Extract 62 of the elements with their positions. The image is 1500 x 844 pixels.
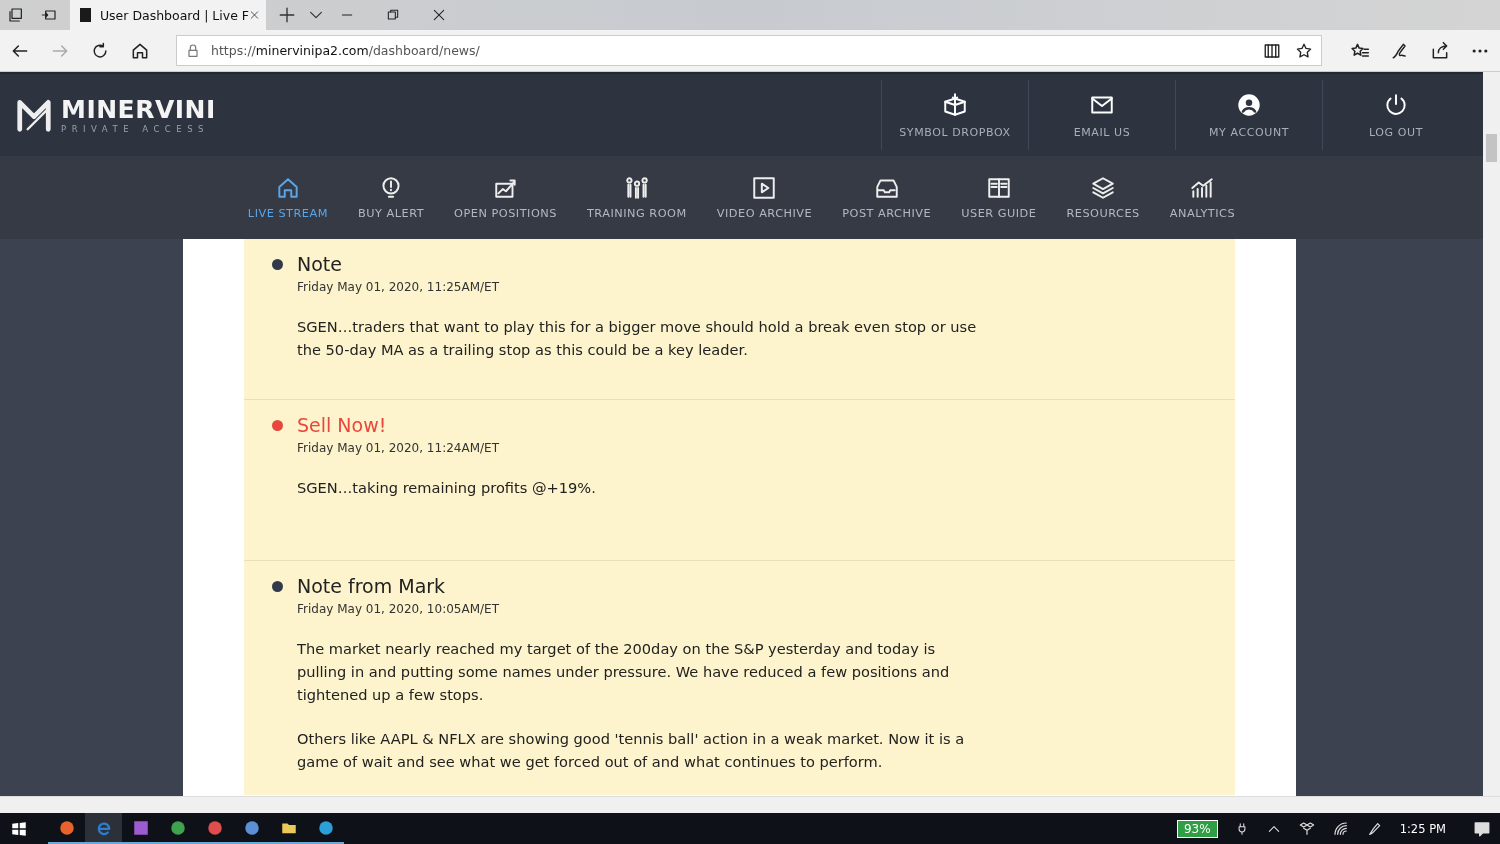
browser-tab[interactable]: User Dashboard | Live F — [70, 0, 266, 30]
people-icon — [623, 175, 650, 201]
post-title: Sell Now! — [297, 414, 387, 436]
restore-icon[interactable] — [386, 8, 400, 22]
post-text: SGEN…taking remaining profits @+19%. — [297, 478, 597, 498]
nav-tab[interactable]: USER GUIDE — [946, 175, 1052, 220]
nav-tab[interactable]: ANALYTICS — [1154, 175, 1251, 220]
nav-tab[interactable]: BUY ALERT — [343, 175, 440, 220]
post-date: Friday May 01, 2020, 11:25AM/ET — [297, 280, 500, 294]
header-action-link[interactable]: EMAIL US — [1028, 80, 1175, 150]
power-icon — [1383, 91, 1409, 118]
share-icon[interactable] — [1430, 40, 1450, 61]
header-action-link[interactable]: LOG OUT — [1322, 80, 1469, 150]
box-icon[interactable] — [1298, 820, 1315, 837]
nav-tab[interactable]: VIDEO ARCHIVE — [701, 175, 828, 220]
reading-view-icon[interactable] — [1263, 41, 1281, 60]
pen-icon[interactable] — [1366, 820, 1383, 837]
nav-tab[interactable]: OPEN POSITIONS — [439, 175, 572, 220]
lock-icon — [185, 42, 201, 59]
circle-app-icon[interactable] — [316, 818, 335, 837]
vertical-scrollbar[interactable] — [1483, 72, 1500, 796]
horizontal-scrollbar[interactable] — [0, 796, 1500, 813]
post-date: Friday May 01, 2020, 10:05AM/ET — [297, 602, 500, 616]
circle-app-icon[interactable] — [205, 818, 224, 837]
layers-icon — [1090, 175, 1117, 201]
square-app-icon[interactable] — [131, 818, 150, 837]
post-title: Note — [297, 253, 342, 275]
favicon-icon — [80, 8, 91, 22]
wifi-icon[interactable] — [1332, 820, 1349, 837]
circle-app-icon[interactable] — [242, 818, 261, 837]
logo-tagline: PRIVATE ACCESS — [61, 124, 210, 134]
tab-title: User Dashboard | Live F — [99, 7, 250, 23]
new-tab-icon[interactable] — [278, 6, 296, 24]
battery-indicator[interactable]: 93% — [1177, 819, 1218, 838]
bar-chart-icon — [1189, 175, 1216, 201]
box-icon — [942, 91, 968, 118]
notifications-icon[interactable] — [1473, 819, 1491, 838]
star-icon[interactable] — [1295, 41, 1313, 60]
tab-list-icon[interactable] — [8, 7, 24, 23]
windows-start-icon[interactable] — [10, 819, 28, 838]
book-icon — [985, 175, 1012, 201]
account-icon — [1236, 91, 1262, 118]
header-action-link[interactable]: MY ACCOUNT — [1175, 80, 1322, 150]
nav-tab[interactable]: RESOURCES — [1051, 175, 1155, 220]
set-aside-tabs-icon[interactable] — [41, 7, 57, 23]
circle-app-icon[interactable] — [168, 818, 187, 837]
nav-tab[interactable]: LIVE STREAM — [232, 175, 343, 220]
url-text: https://minervinipa2.com/dashboard/news/ — [211, 43, 480, 58]
circle-app-icon[interactable] — [57, 818, 76, 837]
post-date: Friday May 01, 2020, 11:24AM/ET — [297, 441, 500, 455]
close-icon[interactable] — [432, 8, 446, 22]
logo-name[interactable]: MINERVINI — [61, 96, 216, 124]
post-text: Others like AAPL & NFLX are showing good 'tennis ball' action in a weak market. Now it is a game of wait and see what we get forced out of and what continues to perform. — [297, 729, 966, 772]
clock-time[interactable]: 1:25 PM — [1399, 821, 1446, 836]
header-action-link[interactable]: SYMBOL DROPBOX — [881, 80, 1028, 150]
play-icon — [751, 175, 778, 201]
post-title: Note from Mark — [297, 575, 446, 597]
nav-tab[interactable]: POST ARCHIVE — [827, 175, 947, 220]
post-text: The market nearly reached my target of the 200day on the S&P yesterday and today is pulling in and putting some names under pressure. We have reduced a few positions and tightened up a few stops. — [297, 639, 951, 705]
nav-tab[interactable]: TRAINING ROOM — [571, 175, 702, 220]
post-text: SGEN…traders that want to play this for a bigger move should hold a break even stop or use the 50-day MA as a trailing stop as this could be a key leader. — [297, 317, 978, 360]
address-field[interactable]: https://minervinipa2.com/dashboard/news/ — [176, 35, 1322, 66]
